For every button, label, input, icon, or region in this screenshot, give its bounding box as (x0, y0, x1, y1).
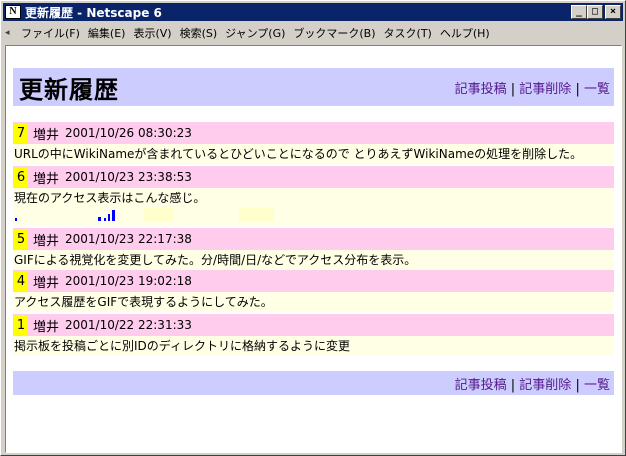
entry-header: 1 増井 2001/10/22 22:31:33 (13, 314, 614, 336)
title-bar[interactable]: N 更新履歴 - Netscape 6 _ □ × (3, 3, 623, 21)
delete-article-link[interactable]: 記事削除 (519, 378, 571, 393)
entry-body: URLの中にWikiNameが含まれているとひどいことになるので とりあえずWi… (13, 144, 614, 164)
entry-date: 2001/10/26 08:30:23 (65, 126, 192, 140)
menu-bar: ◂ ファイル(F) 編集(E) 表示(V) 検索(S) ジャンプ(G) ブックマ… (3, 23, 623, 43)
list-link[interactable]: 一覧 (584, 82, 610, 97)
entry-number: 5 (14, 229, 28, 249)
list-link[interactable]: 一覧 (584, 378, 610, 393)
page-title: 更新履歴 (19, 75, 119, 104)
nav-separator: | (510, 81, 516, 97)
browser-window: N 更新履歴 - Netscape 6 _ □ × ◂ ファイル(F) 編集(E… (0, 0, 626, 456)
entry-number: 4 (14, 271, 28, 291)
entry-body: GIFによる視覚化を変更してみた。分/時間/日/などでアクセス分布を表示。 (13, 250, 614, 270)
entry-number: 6 (14, 167, 28, 187)
access-bar (112, 210, 115, 221)
entry-number: 1 (14, 315, 28, 335)
entry-date: 2001/10/23 19:02:18 (65, 274, 192, 288)
entry-number: 7 (14, 123, 28, 143)
page-footer: 記事投稿 | 記事削除 | 一覧 (13, 371, 614, 395)
menu-file[interactable]: ファイル(F) (17, 25, 84, 41)
entry: 7 増井 2001/10/26 08:30:23 URLの中にWikiNameが… (13, 122, 614, 164)
access-bar (15, 218, 17, 221)
entry-date: 2001/10/22 22:31:33 (65, 318, 192, 332)
entry-author: 増井 (33, 171, 60, 187)
entry: 1 増井 2001/10/22 22:31:33 掲示板を投稿ごとに別IDのディ… (13, 314, 614, 356)
access-bar (98, 217, 101, 221)
netscape-icon: N (5, 5, 21, 19)
entry-body: アクセス履歴をGIFで表現するようにしてみた。 (13, 292, 614, 312)
entry-author: 増井 (33, 127, 60, 143)
access-distribution-image (14, 208, 274, 222)
maximize-button[interactable]: □ (587, 5, 603, 19)
entry-body-text: 現在のアクセス表示はこんな感じ。 (14, 191, 206, 205)
entry-header: 6 増井 2001/10/23 23:38:53 (13, 166, 614, 188)
chart-bg (14, 208, 54, 222)
page-header: 更新履歴 記事投稿 | 記事削除 | 一覧 (13, 68, 614, 106)
menu-help[interactable]: ヘルプ(H) (436, 25, 494, 41)
entry-header: 4 増井 2001/10/23 19:02:18 (13, 270, 614, 292)
menu-go[interactable]: ジャンプ(G) (221, 25, 289, 41)
entry-date: 2001/10/23 22:17:38 (65, 232, 192, 246)
menu-view[interactable]: 表示(V) (129, 25, 175, 41)
access-bar (108, 214, 110, 221)
menu-tasks[interactable]: タスク(T) (380, 25, 436, 41)
menu-search[interactable]: 検索(S) (176, 25, 222, 41)
entry-body: 掲示板を投稿ごとに別IDのディレクトリに格納するように変更 (13, 336, 614, 356)
page-content: 更新履歴 記事投稿 | 記事削除 | 一覧 7 増井 2001/10/26 08… (5, 45, 622, 453)
post-article-link[interactable]: 記事投稿 (455, 82, 507, 97)
header-nav: 記事投稿 | 記事削除 | 一覧 (455, 78, 610, 97)
window-title: 更新履歴 - Netscape 6 (25, 5, 162, 20)
window-controls: _ □ × (571, 5, 621, 19)
menu-edit[interactable]: 編集(E) (84, 25, 130, 41)
minimize-button[interactable]: _ (571, 5, 587, 19)
entry-header: 5 増井 2001/10/23 22:17:38 (13, 228, 614, 250)
nav-separator: | (575, 81, 580, 97)
delete-article-link[interactable]: 記事削除 (519, 82, 571, 97)
entry-author: 増井 (33, 319, 60, 335)
entry: 4 増井 2001/10/23 19:02:18 アクセス履歴をGIFで表現する… (13, 270, 614, 312)
entry-date: 2001/10/23 23:38:53 (65, 170, 192, 184)
close-button[interactable]: × (605, 5, 621, 19)
menu-bookmarks[interactable]: ブックマーク(B) (289, 25, 379, 41)
nav-separator: | (510, 377, 516, 393)
post-article-link[interactable]: 記事投稿 (455, 378, 507, 393)
nav-separator: | (575, 377, 580, 393)
footer-nav: 記事投稿 | 記事削除 | 一覧 (455, 374, 610, 393)
entry: 5 増井 2001/10/23 22:17:38 GIFによる視覚化を変更してみ… (13, 228, 614, 270)
entry: 6 増井 2001/10/23 23:38:53 現在のアクセス表示はこんな感じ… (13, 166, 614, 226)
chart-shade (239, 208, 274, 221)
entry-header: 7 増井 2001/10/26 08:30:23 (13, 122, 614, 144)
entry-author: 増井 (33, 275, 60, 291)
menubar-grip-icon[interactable]: ◂ (5, 25, 13, 41)
entry-body: 現在のアクセス表示はこんな感じ。 (13, 188, 614, 226)
entry-author: 増井 (33, 233, 60, 249)
chart-shade (144, 208, 174, 221)
access-bar (104, 218, 106, 221)
